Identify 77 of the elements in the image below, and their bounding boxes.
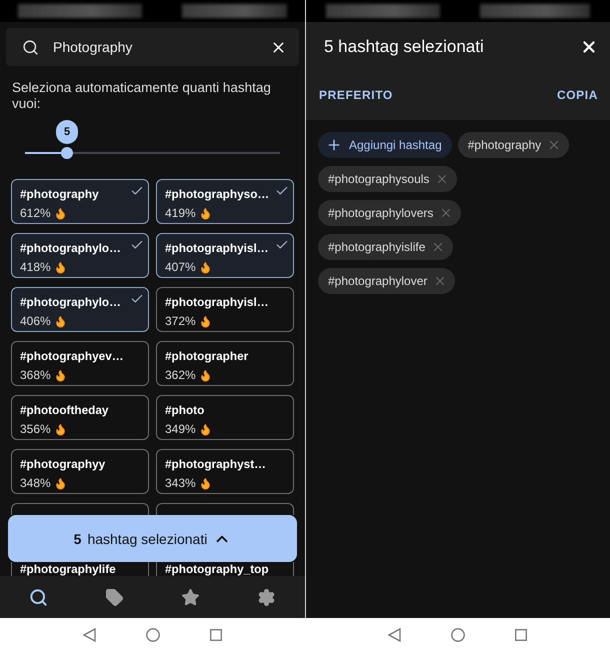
- hashtag-card[interactable]: #photooftheday 356%: [11, 395, 149, 440]
- hashtag-name: #photographyso…: [165, 187, 270, 201]
- hashtag-name: #photographyev…: [20, 349, 124, 363]
- hashtag-card[interactable]: #photographylo… 406%: [11, 287, 149, 332]
- chip-label: #photographylovers: [328, 206, 434, 220]
- home-icon[interactable]: [451, 628, 465, 642]
- chip-label: #photographylover: [328, 274, 428, 288]
- hashtag-card[interactable]: #photographylo… 418%: [11, 233, 149, 278]
- action-link[interactable]: PREFERITO: [319, 88, 393, 102]
- popularity-text: 356%: [20, 422, 51, 436]
- back-icon[interactable]: [388, 628, 401, 642]
- fire-icon: [198, 260, 212, 274]
- popularity-text: 612%: [20, 206, 51, 220]
- hashtag-card[interactable]: #photographyst… 343%: [156, 449, 294, 494]
- popularity-text: 349%: [165, 422, 196, 436]
- recents-icon[interactable]: [210, 629, 222, 641]
- fire-icon: [54, 314, 67, 328]
- hashtag-name: #photographylife: [20, 562, 116, 576]
- popularity-text: 368%: [20, 368, 51, 382]
- hashtag-card[interactable]: #photography 612%: [11, 179, 149, 224]
- settings-icon: [257, 588, 276, 606]
- hashtag-name: #photo: [165, 403, 204, 417]
- fire-icon: [54, 422, 67, 436]
- hashtag-name: #photographylo…: [20, 241, 121, 255]
- fire-icon: [198, 422, 212, 436]
- hashtag-name: #photographyst…: [165, 457, 266, 471]
- panel-title: 5 hashtag selezionati: [324, 37, 484, 57]
- selection-bar[interactable]: 5 hashtag selezionati: [8, 515, 297, 562]
- hashtag-name: #photographyisl…: [165, 241, 269, 255]
- chip-label: #photographysouls: [328, 172, 430, 186]
- add-hashtag-button[interactable]: Aggiungi hashtag: [318, 132, 452, 158]
- action-link[interactable]: COPIA: [556, 88, 598, 102]
- hashtag-card[interactable]: #photographyev… 368%: [11, 341, 149, 386]
- chip-label: #photographyislife: [328, 240, 426, 254]
- slider-value: 5: [56, 120, 78, 144]
- hashtag-name: #photographylo…: [20, 295, 121, 309]
- back-icon[interactable]: [83, 628, 96, 642]
- fire-icon: [54, 206, 67, 220]
- search-icon: [28, 588, 48, 606]
- fire-icon: [198, 368, 212, 382]
- hashtag-name: #photography_top: [165, 562, 269, 576]
- star-icon: [181, 588, 200, 606]
- popularity-text: 343%: [165, 476, 196, 490]
- plus-icon: [326, 137, 342, 153]
- hashtag-card[interactable]: #photographyisl… 372%: [156, 287, 294, 332]
- hashtag-card[interactable]: #photographyso… 419%: [156, 179, 294, 224]
- hashtag-name: #photographyy: [20, 457, 106, 471]
- hashtag-name: #photooftheday: [20, 403, 108, 417]
- popularity-text: 372%: [165, 314, 196, 328]
- tag-icon: [104, 588, 124, 606]
- popularity-text: 348%: [20, 476, 51, 490]
- fire-icon: [54, 368, 67, 382]
- fire-icon: [54, 476, 67, 490]
- prompt-text: Seleziona automaticamente quanti hashtag vuoi:: [11, 80, 272, 112]
- popularity-text: 419%: [165, 206, 196, 220]
- search-icon: [22, 38, 39, 56]
- popularity-text: 418%: [20, 260, 51, 274]
- hashtag-card[interactable]: #photographyy 348%: [11, 449, 149, 494]
- fire-icon: [198, 314, 212, 328]
- recents-icon[interactable]: [515, 629, 527, 641]
- home-icon[interactable]: [146, 628, 160, 642]
- hashtag-card[interactable]: #photographyisl… 407%: [156, 233, 294, 278]
- popularity-text: 362%: [165, 368, 196, 382]
- hashtag-card[interactable]: #photographer 362%: [156, 341, 294, 386]
- hashtag-name: #photographer: [165, 349, 248, 363]
- fire-icon: [198, 206, 212, 220]
- popularity-text: 406%: [20, 314, 51, 328]
- chip-label: #photography: [468, 138, 542, 152]
- hashtag-name: #photography: [20, 187, 99, 201]
- search-input[interactable]: Photography: [53, 39, 256, 55]
- search-field[interactable]: Photography: [6, 28, 299, 66]
- slider-thumb[interactable]: [61, 147, 74, 159]
- hashtag-name: #photographyisl…: [165, 295, 269, 309]
- fire-icon: [198, 476, 212, 490]
- popularity-text: 407%: [165, 260, 196, 274]
- fire-icon: [54, 260, 67, 274]
- hashtag-card[interactable]: #photo 349%: [156, 395, 294, 440]
